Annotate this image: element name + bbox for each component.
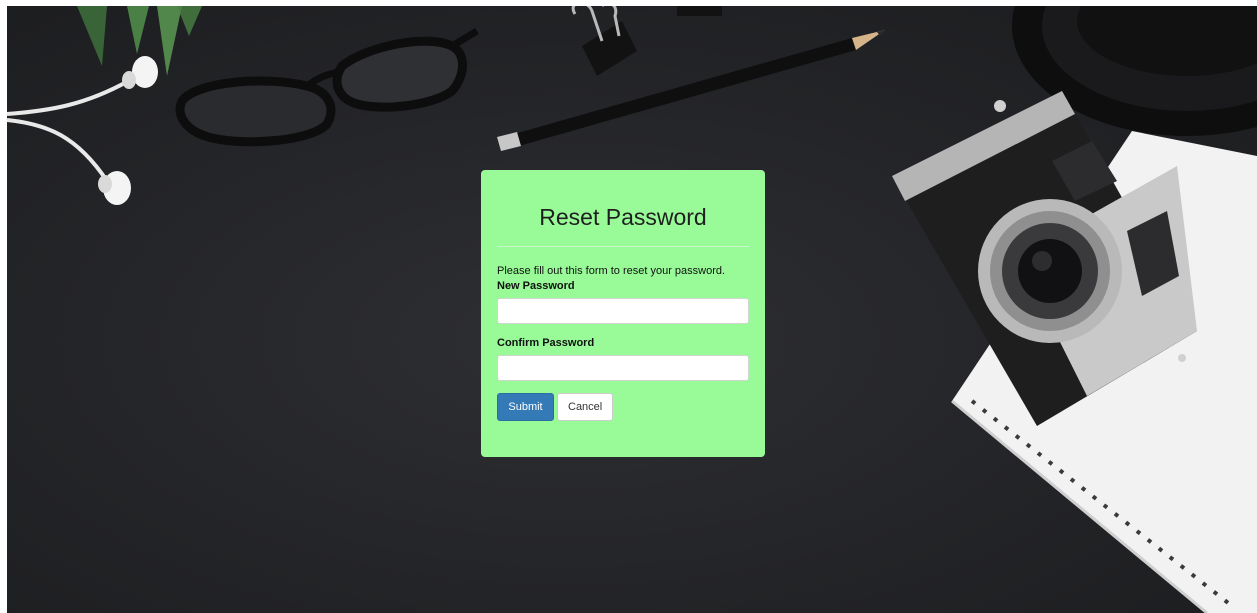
submit-button[interactable]: Submit	[497, 393, 554, 421]
earphones-icon	[7, 56, 158, 205]
eyeglasses-icon	[175, 27, 479, 147]
binder-clip-icon	[571, 6, 722, 76]
form-instructions: Please fill out this form to reset your …	[497, 265, 726, 277]
new-password-field[interactable]	[497, 298, 749, 324]
pencil-icon	[497, 30, 885, 151]
cancel-button[interactable]: Cancel	[557, 393, 613, 421]
new-password-label: New Password	[497, 280, 575, 292]
confirm-password-label: Confirm Password	[497, 337, 595, 349]
reset-password-card: Reset Password Please fill out this form…	[481, 170, 765, 457]
title-divider	[497, 246, 749, 247]
page: Reset Password Please fill out this form…	[0, 0, 1257, 613]
confirm-password-field[interactable]	[497, 355, 749, 381]
form-actions: Submit Cancel	[497, 393, 749, 421]
form-title: Reset Password	[539, 204, 707, 230]
